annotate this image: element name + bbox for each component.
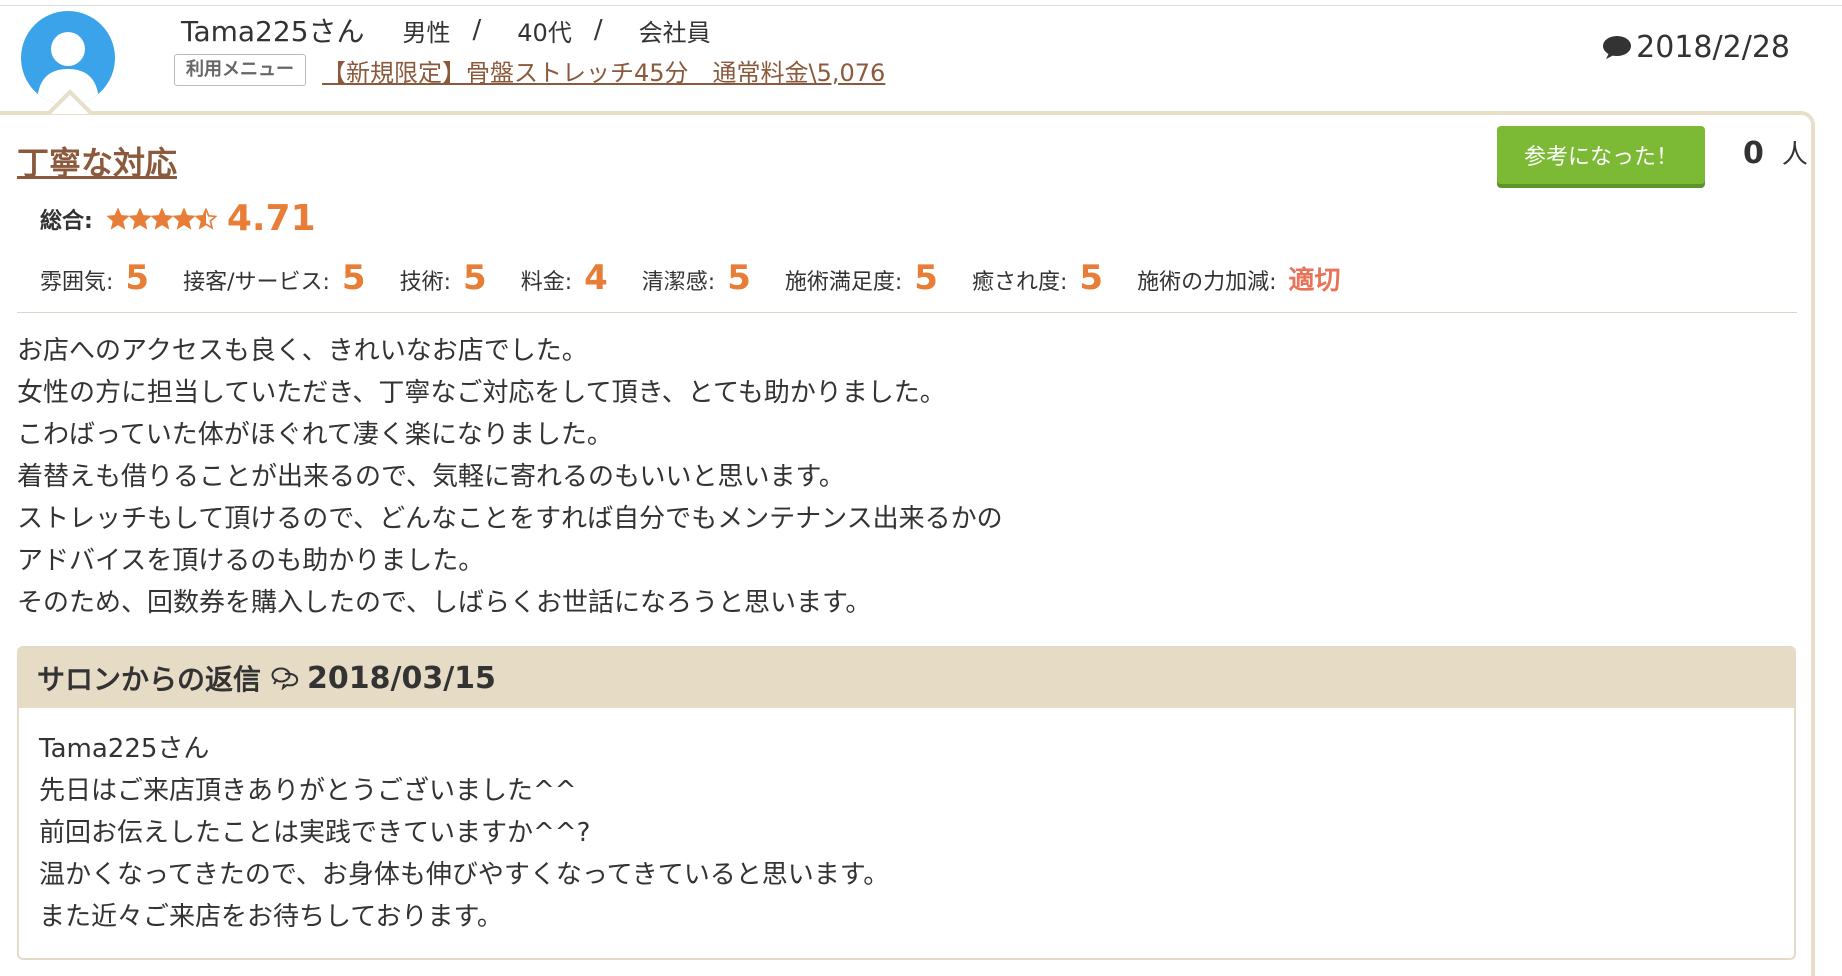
star-icon: [128, 207, 151, 230]
overall-rating: 総合: 4.71: [40, 198, 316, 239]
review-title[interactable]: 丁寧な対応: [17, 138, 177, 184]
rating-value: 5: [1079, 258, 1104, 298]
chat-bubbles-icon: [271, 666, 299, 690]
rating-value: 5: [463, 258, 487, 298]
divider: [17, 312, 1797, 313]
rating-label: 施術満足度:: [784, 270, 903, 295]
helpful-count-unit: 人: [1781, 140, 1808, 170]
reply-date: 2018/03/15: [307, 660, 496, 696]
rating-service: 接客/サービス: 5: [183, 258, 366, 298]
reply-line: 温かくなってきたので、お身体も伸びやすくなってきていると思います。: [39, 860, 890, 890]
review-page: Tama225さん 男性 / 40代 / 会社員 利用メニュー 【新規限定】骨盤…: [0, 0, 1842, 976]
overall-label: 総合:: [40, 208, 93, 234]
review-line: ストレッチもして頂けるので、どんなことをすれば自分でもメンテナンス出来るかの: [17, 504, 1003, 534]
rating-label: 癒され度:: [971, 270, 1068, 295]
post-date: 2018/2/28: [1602, 30, 1790, 65]
top-divider: [0, 5, 1842, 6]
rating-price: 料金: 4: [521, 258, 608, 298]
rating-value: 5: [341, 258, 366, 298]
rating-label: 雰囲気:: [40, 270, 114, 295]
rating-value: 適切: [1288, 266, 1341, 296]
sub-ratings: 雰囲気: 5 接客/サービス: 5 技術: 5 料金: 4 清潔感: 5 施術満…: [40, 258, 1375, 298]
rating-healing: 癒され度: 5: [972, 258, 1103, 298]
rating-label: 施術の力加減:: [1137, 270, 1277, 295]
separator: /: [593, 15, 603, 45]
user-gender: 男性: [402, 18, 451, 47]
rating-value: 5: [727, 258, 751, 298]
reply-body: Tama225さん 先日はご来店頂きありがとうございました^^ 前回お伝えしたこ…: [19, 708, 1794, 938]
user-occupation: 会社員: [638, 18, 711, 47]
user-name: Tama225さん: [181, 15, 365, 48]
rating-label: 接客/サービス:: [183, 270, 330, 295]
separator: /: [472, 15, 482, 45]
rating-label: 技術:: [399, 270, 452, 295]
reply-line: Tama225さん: [39, 734, 210, 764]
salon-reply: サロンからの返信 2018/03/15 Tama225さん 先日はご来店頂きあり…: [17, 646, 1796, 960]
review-line: こわばっていた体がほぐれて凄く楽になりました。: [17, 420, 613, 450]
helpful-count-number: 0: [1743, 136, 1764, 171]
reply-line: 先日はご来店頂きありがとうございました^^: [39, 776, 577, 806]
review-line: そのため、回数券を購入したので、しばらくお世話になろうと思います。: [17, 588, 872, 618]
rating-technique: 技術: 5: [400, 258, 487, 298]
rating-atmosphere: 雰囲気: 5: [40, 258, 149, 298]
star-icon: [172, 207, 195, 230]
post-date-text: 2018/2/28: [1636, 30, 1790, 65]
rating-label: 料金:: [520, 270, 573, 295]
reply-title: サロンからの返信: [37, 663, 262, 696]
user-age: 40代: [517, 18, 572, 47]
user-info: Tama225さん 男性 / 40代 / 会社員: [181, 12, 711, 48]
reply-line: 前回お伝えしたことは実践できていますか^^?: [39, 818, 591, 848]
star-icon: [106, 207, 129, 230]
rating-label: 清潔感:: [641, 270, 716, 295]
star-icon: [150, 207, 173, 230]
reply-header: サロンからの返信 2018/03/15: [19, 648, 1794, 708]
review-line: 着替えも借りることが出来るので、気軽に寄れるのもいいと思います。: [17, 462, 845, 492]
rating-cleanliness: 清潔感: 5: [642, 258, 751, 298]
rating-value: 4: [584, 258, 608, 298]
star-rating: [106, 207, 217, 230]
rating-satisfaction: 施術満足度: 5: [785, 258, 938, 298]
review-body: お店へのアクセスも良く、きれいなお店でした。 女性の方に担当していただき、丁寧な…: [17, 330, 1003, 624]
used-menu: 利用メニュー 【新規限定】骨盤ストレッチ45分 通常料金\5,076: [174, 52, 885, 88]
speech-bubble-icon: [1603, 35, 1632, 59]
helpful-button[interactable]: 参考になった！: [1497, 126, 1705, 184]
review-line: お店へのアクセスも良く、きれいなお店でした。: [17, 336, 588, 366]
helpful-count: 0 人: [1743, 134, 1808, 171]
star-icon: [194, 207, 217, 230]
rating-value: 5: [125, 258, 150, 298]
card-pointer-inner: [51, 95, 89, 114]
review-line: 女性の方に担当していただき、丁寧なご対応をして頂き、とても助かりました。: [17, 378, 946, 408]
overall-score: 4.71: [226, 198, 316, 239]
rating-pressure: 施術の力加減: 適切: [1137, 260, 1340, 297]
reply-line: また近々ご来店をお待ちしております。: [39, 902, 503, 932]
menu-badge: 利用メニュー: [174, 54, 306, 86]
rating-value: 5: [914, 258, 938, 298]
menu-link[interactable]: 【新規限定】骨盤ストレッチ45分 通常料金\5,076: [322, 53, 885, 88]
review-line: アドバイスを頂けるのも助かりました。: [17, 546, 485, 576]
